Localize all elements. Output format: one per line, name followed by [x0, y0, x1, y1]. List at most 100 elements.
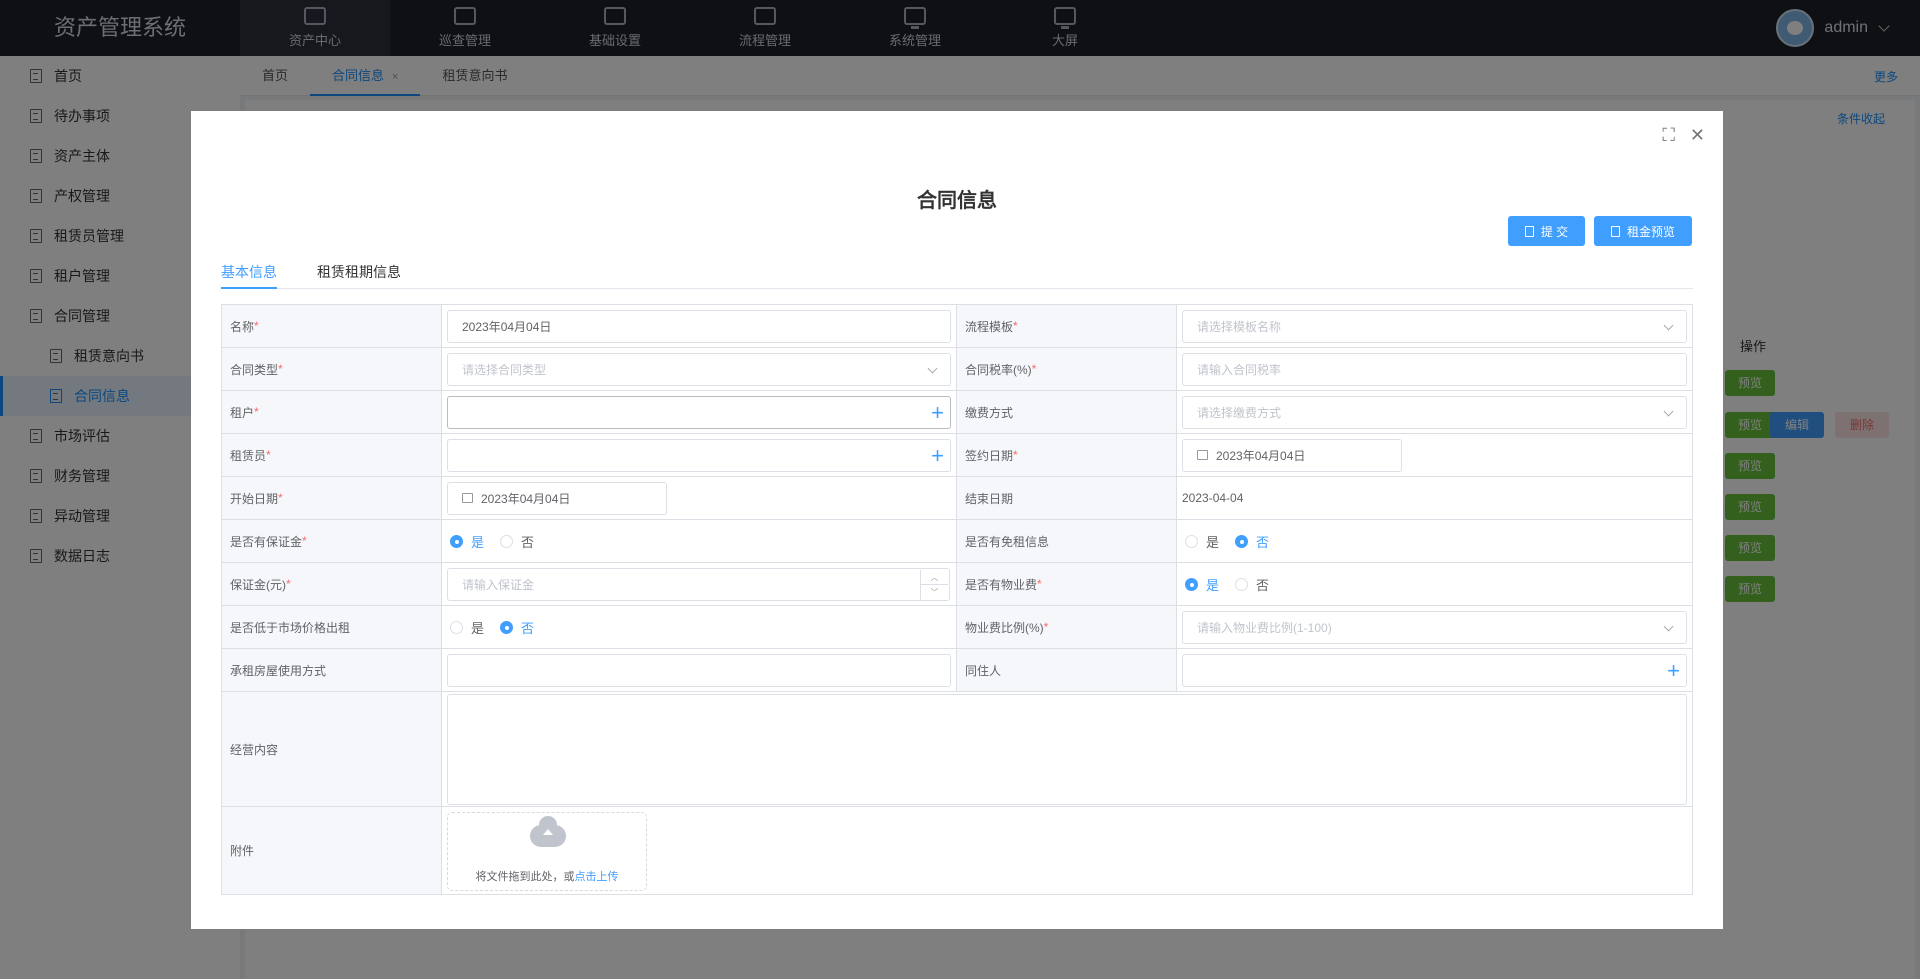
radio-circle — [1235, 534, 1249, 548]
business-textarea[interactable] — [447, 693, 1687, 805]
field-label: 承租房屋使用方式 — [222, 649, 442, 691]
attachment-label: 附件 — [230, 844, 255, 858]
radio-circle — [1235, 577, 1249, 591]
required-mark: * — [286, 577, 291, 591]
rent-preview-button[interactable]: 租金预览 — [1594, 216, 1692, 246]
required-mark: * — [278, 362, 283, 376]
add-icon[interactable]: + — [931, 401, 944, 423]
upload-dropzone[interactable]: 将文件拖到此处，或点击上传 — [447, 812, 647, 891]
required-mark: * — [266, 448, 271, 462]
radio-yes[interactable]: 是 — [450, 618, 484, 637]
fullscreen-icon[interactable]: ⛶ — [1662, 125, 1675, 146]
business-label: 经营内容 — [230, 742, 279, 757]
field-value: 2023年04月04日 — [1177, 434, 1692, 476]
add-icon[interactable]: + — [1667, 659, 1680, 681]
field-label: 是否有物业费 * — [957, 563, 1177, 605]
lessor-input[interactable]: + — [447, 438, 951, 472]
upload-text: 将文件拖到此处，或点击上传 — [448, 868, 646, 884]
radio-label: 是 — [471, 534, 485, 550]
form-row: 开始日期 * 2023年04月04日 结束日期 2023-04-04 — [222, 477, 1692, 520]
radio-no[interactable]: 否 — [500, 618, 534, 637]
sign-date-picker[interactable]: 2023年04月04日 — [1182, 438, 1402, 472]
field-label: 保证金(元) * — [222, 563, 442, 605]
sign-date-value: 2023年04月04日 — [1216, 448, 1306, 463]
radio-label: 否 — [1256, 577, 1270, 593]
required-mark: * — [302, 534, 307, 548]
field-value — [442, 692, 1692, 806]
usage-label: 承租房屋使用方式 — [230, 663, 327, 678]
radio-yes[interactable]: 是 — [1185, 575, 1219, 594]
template-placeholder: 请选择模板名称 — [1197, 319, 1282, 334]
form-tabs: 基本信息 租赁租期信息 — [221, 259, 1693, 289]
tax-rate-input[interactable]: 请输入合同税率 — [1182, 352, 1687, 386]
field-value: 请选择合同类型 — [442, 348, 957, 390]
below-market-radio-group: 是 否 — [442, 606, 957, 648]
chevron-down-icon — [1663, 621, 1674, 631]
cohabitant-input[interactable]: + — [1182, 653, 1687, 687]
field-label: 合同类型 * — [222, 348, 442, 390]
deposit-radio-group: 是 否 — [442, 520, 957, 562]
template-select[interactable]: 请选择模板名称 — [1182, 309, 1687, 343]
sign-date-label: 签约日期 — [965, 448, 1014, 463]
radio-label: 是 — [1206, 577, 1220, 593]
field-value: 请输入物业费比例(1-100) — [1177, 606, 1692, 648]
close-icon[interactable]: ✕ — [1690, 125, 1705, 146]
tab-basic-info[interactable]: 基本信息 — [221, 259, 277, 289]
field-label: 租户 * — [222, 391, 442, 433]
field-value: 2023年04月04日 — [442, 305, 957, 347]
radio-no[interactable]: 否 — [1235, 575, 1269, 594]
calendar-icon — [1197, 450, 1208, 460]
start-date-picker[interactable]: 2023年04月04日 — [447, 481, 667, 515]
chevron-down-icon — [1663, 320, 1674, 330]
modal-title: 合同信息 — [917, 190, 997, 212]
field-label: 附件 — [222, 807, 442, 894]
deposit-input[interactable]: 请输入保证金 ︿ ﹀ — [447, 567, 950, 601]
property-ratio-placeholder: 请输入物业费比例(1-100) — [1197, 620, 1332, 635]
add-icon[interactable]: + — [931, 444, 944, 466]
field-label: 经营内容 — [222, 692, 442, 806]
contract-type-select[interactable]: 请选择合同类型 — [447, 352, 951, 386]
field-label: 合同税率(%) * — [957, 348, 1177, 390]
field-label: 物业费比例(%) * — [957, 606, 1177, 648]
number-stepper[interactable]: ︿ ﹀ — [920, 569, 948, 601]
radio-label: 是 — [471, 620, 485, 636]
document-icon — [1524, 225, 1534, 237]
submit-button[interactable]: 提 交 — [1508, 216, 1585, 246]
field-label: 名称 * — [222, 305, 442, 347]
template-label: 流程模板 — [965, 319, 1014, 334]
field-label: 是否有保证金 * — [222, 520, 442, 562]
chevron-up-icon[interactable]: ︿ — [921, 570, 948, 585]
chevron-down-icon[interactable]: ﹀ — [921, 585, 948, 600]
payment-method-select[interactable]: 请选择缴费方式 — [1182, 395, 1687, 429]
start-date-value: 2023年04月04日 — [481, 491, 571, 506]
field-label: 签约日期 * — [957, 434, 1177, 476]
radio-no[interactable]: 否 — [1235, 532, 1269, 551]
field-value: 请选择模板名称 — [1177, 305, 1692, 347]
radio-no[interactable]: 否 — [500, 532, 534, 551]
field-label: 同住人 — [957, 649, 1177, 691]
radio-yes[interactable]: 是 — [450, 532, 484, 551]
radio-yes[interactable]: 是 — [1185, 532, 1219, 551]
cohabitant-label: 同住人 — [965, 663, 1002, 678]
required-mark: * — [1031, 362, 1037, 376]
tax-placeholder: 请输入合同税率 — [1197, 362, 1282, 377]
usage-input[interactable] — [447, 653, 951, 687]
property-fee-label: 是否有物业费 — [965, 577, 1038, 592]
field-label: 开始日期 * — [222, 477, 442, 519]
radio-circle — [450, 620, 463, 634]
radio-circle — [500, 534, 514, 548]
property-ratio-select[interactable]: 请输入物业费比例(1-100) — [1182, 610, 1687, 644]
tab-lease-term-info[interactable]: 租赁租期信息 — [317, 259, 401, 289]
deposit-question-label: 是否有保证金 — [230, 534, 303, 549]
field-value: 请输入保证金 ︿ ﹀ — [442, 563, 957, 605]
tax-label: 合同税率(%) — [965, 362, 1032, 377]
deposit-placeholder: 请输入保证金 — [462, 577, 535, 592]
free-rent-label: 是否有免租信息 — [965, 534, 1050, 549]
tenant-input[interactable]: + — [447, 395, 951, 429]
type-placeholder: 请选择合同类型 — [462, 362, 547, 377]
field-value: + — [442, 391, 957, 433]
field-value: 将文件拖到此处，或点击上传 — [442, 807, 1692, 894]
form-row: 是否有保证金 * 是 否 是否有免租信息 是 否 — [222, 520, 1692, 563]
upload-link[interactable]: 点击上传 — [575, 871, 619, 883]
name-input[interactable]: 2023年04月04日 — [447, 309, 951, 343]
